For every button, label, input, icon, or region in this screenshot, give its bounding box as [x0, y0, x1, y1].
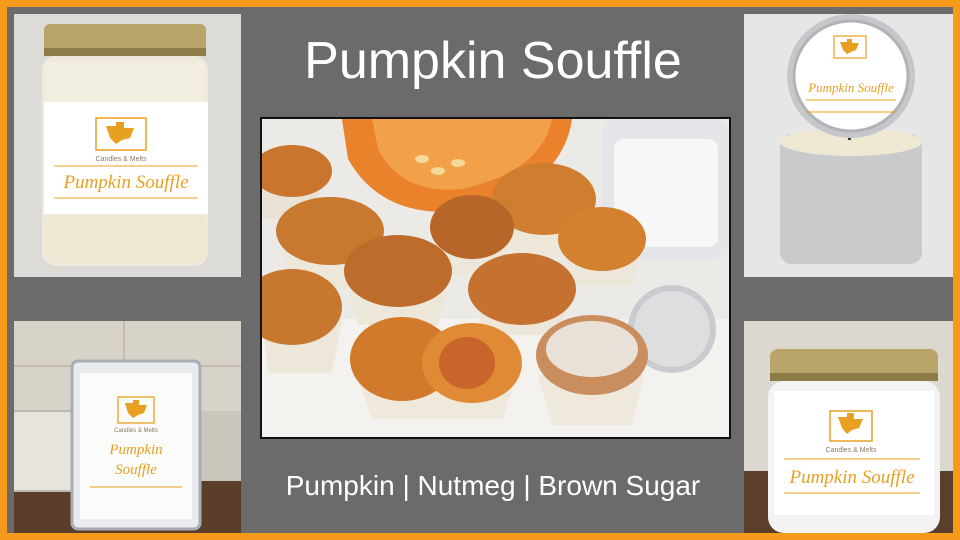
tin-label-product: Pumpkin Souffle: [807, 80, 894, 95]
melt-label-line1: Pumpkin: [108, 442, 162, 458]
product-title: Pumpkin Souffle: [304, 32, 682, 90]
jar-label-brand: Candles & Melts: [826, 447, 877, 454]
ad-frame: Candles & Melts Pumpkin Souffle Candles …: [0, 0, 960, 540]
wax-melt-photo: Candles & Melts Pumpkin Souffle: [14, 321, 241, 533]
melt-label-brand: Candles & Melts: [114, 428, 158, 434]
label-product-text: Pumpkin Souffle: [62, 172, 188, 193]
jar-candle-photo: Candles & Melts Pumpkin Souffle: [14, 14, 241, 277]
jar-label-product: Pumpkin Souffle: [788, 467, 914, 488]
scent-notes: Pumpkin | Nutmeg | Brown Sugar: [285, 470, 701, 501]
label-brand-text: Candles & Melts: [96, 156, 147, 163]
tin-candle-photo: Pumpkin Souffle: [744, 14, 953, 277]
pumpkin-muffins-photo: [260, 117, 731, 439]
melt-label-line2: Souffle: [115, 462, 157, 478]
short-jar-candle-photo: Candles & Melts Pumpkin Souffle: [744, 321, 953, 533]
